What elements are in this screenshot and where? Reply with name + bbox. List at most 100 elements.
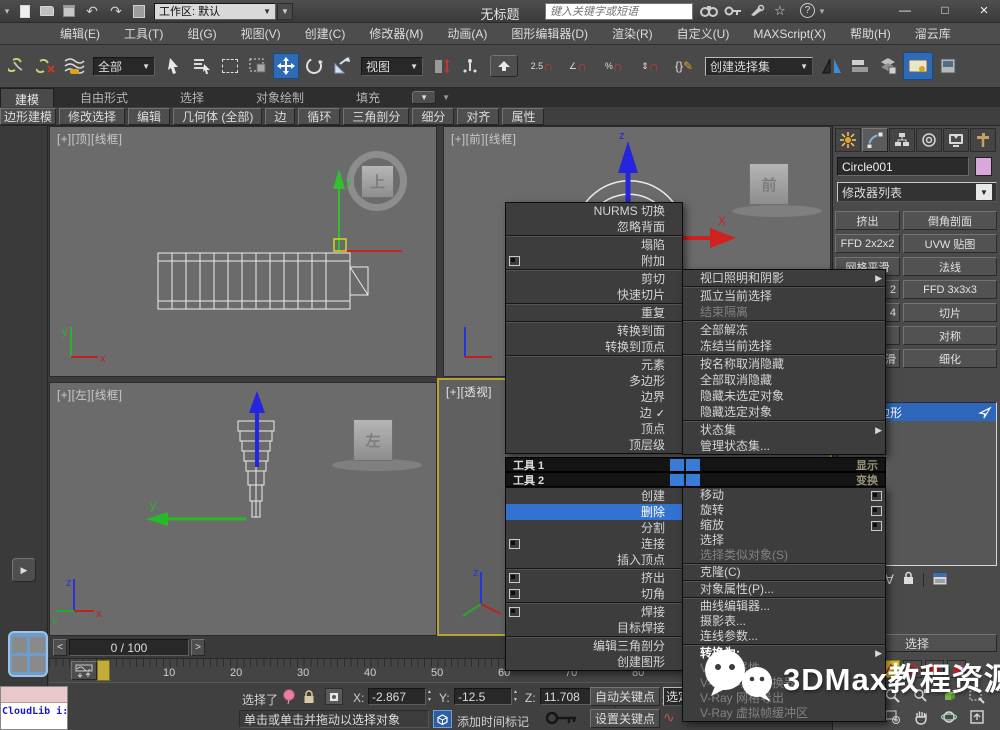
- menu-item-insert-vertex[interactable]: 插入顶点: [506, 552, 682, 568]
- open-file-icon[interactable]: [37, 2, 57, 20]
- menu-item-move[interactable]: 移动: [683, 488, 885, 503]
- settings-box-icon[interactable]: [871, 521, 882, 531]
- menu-item-create[interactable]: 创建: [506, 488, 682, 504]
- cloudlib-expand-button[interactable]: ▶: [12, 558, 36, 582]
- ribbon-options-icon[interactable]: ▼: [442, 93, 450, 102]
- help-icon[interactable]: ?: [800, 3, 815, 18]
- tab-utilities-icon[interactable]: [970, 128, 996, 152]
- percent-snap-icon[interactable]: %∩: [597, 53, 631, 79]
- communication-icon[interactable]: [748, 4, 766, 21]
- menu-item-select-similar[interactable]: 选择类似对象(S): [683, 548, 885, 563]
- menu-item-clone[interactable]: 克隆(C): [683, 565, 885, 580]
- menu-modifiers[interactable]: 修改器(M): [357, 25, 435, 42]
- mod-ffd2-button[interactable]: FFD 2x2x2: [835, 234, 900, 253]
- menu-create[interactable]: 创建(C): [293, 25, 358, 42]
- set-key-button[interactable]: 设置关键点: [590, 709, 660, 728]
- tab-hierarchy-icon[interactable]: [889, 128, 915, 152]
- edit-named-selection-icon[interactable]: {}✎: [669, 53, 699, 79]
- menu-item-split[interactable]: 分割: [506, 520, 682, 536]
- ribbon-polygon-modeling[interactable]: 边形建模: [0, 108, 56, 125]
- ribbon-minimize-icon[interactable]: ▼: [412, 91, 436, 104]
- search-input[interactable]: [545, 3, 693, 20]
- minimize-button[interactable]: —: [890, 3, 920, 17]
- menu-item-dope-sheet[interactable]: 摄影表...: [683, 614, 885, 629]
- modifier-list-dropdown[interactable]: 修改器列表 ▼: [837, 182, 997, 202]
- ribbon-tab-object-paint[interactable]: 对象绘制: [230, 87, 330, 108]
- ribbon-geometry-all[interactable]: 几何体 (全部): [173, 108, 262, 125]
- menu-animation[interactable]: 动画(A): [435, 25, 499, 42]
- menu-help[interactable]: 帮助(H): [838, 25, 903, 42]
- license-key-icon[interactable]: [724, 4, 742, 21]
- tab-display-icon[interactable]: [943, 128, 969, 152]
- absolute-mode-icon[interactable]: [325, 688, 343, 705]
- select-object-icon[interactable]: [161, 53, 187, 79]
- menu-item-freeze-selection[interactable]: 冻结当前选择: [683, 338, 885, 354]
- ribbon-modify-selection[interactable]: 修改选择: [59, 108, 125, 125]
- menu-item-scale[interactable]: 缩放: [683, 518, 885, 533]
- menu-item-element[interactable]: 元素: [506, 357, 682, 373]
- menu-maxscript[interactable]: MAXScript(X): [741, 27, 838, 41]
- mod-normal-button[interactable]: 法线: [903, 257, 997, 276]
- menu-item-delete[interactable]: 删除: [506, 504, 682, 520]
- settings-box-icon[interactable]: [509, 589, 520, 599]
- mod-slice-button[interactable]: 切片: [903, 303, 997, 322]
- cloudlib-grid-button[interactable]: [8, 631, 48, 677]
- ribbon-edges[interactable]: 边: [265, 108, 295, 125]
- qat-overflow-icon[interactable]: ▾: [0, 6, 14, 17]
- menu-tools[interactable]: 工具(T): [112, 25, 175, 42]
- menu-item-create-shape[interactable]: 创建图形: [506, 654, 682, 670]
- menu-item-border[interactable]: 边界: [506, 389, 682, 405]
- menu-group[interactable]: 组(G): [175, 25, 228, 42]
- key-filters-icon[interactable]: ∿: [663, 709, 675, 726]
- maximize-button[interactable]: □: [930, 3, 960, 17]
- window-crossing-icon[interactable]: [245, 53, 271, 79]
- project-folder-icon[interactable]: [129, 2, 149, 20]
- y-coordinate-field[interactable]: -12.5: [454, 688, 512, 705]
- ribbon-tab-selection[interactable]: 选择: [154, 87, 230, 108]
- menu-item-rotate[interactable]: 旋转: [683, 503, 885, 518]
- select-and-manipulate-icon[interactable]: [457, 53, 483, 79]
- select-and-link-icon[interactable]: [5, 53, 31, 79]
- mod-ffd3-button[interactable]: FFD 3x3x3: [903, 280, 997, 299]
- frame-counter[interactable]: 0 / 100: [69, 639, 189, 656]
- select-and-rotate-icon[interactable]: [301, 53, 327, 79]
- menu-item-curve-editor[interactable]: 曲线编辑器...: [683, 599, 885, 614]
- menu-edit[interactable]: 编辑(E): [48, 25, 112, 42]
- viewport-perspective-label[interactable]: [+][透视]: [446, 384, 492, 400]
- mod-tessellate-button[interactable]: 细化: [903, 349, 997, 368]
- x-spinner[interactable]: ▲▼: [427, 688, 432, 704]
- configure-modifier-sets-icon[interactable]: [932, 572, 948, 589]
- settings-box-icon[interactable]: [509, 539, 520, 549]
- menu-item-ignore-backfacing[interactable]: 忽略背面: [506, 219, 682, 235]
- mod-symmetry-button[interactable]: 对称: [903, 326, 997, 345]
- undo-icon[interactable]: ↶: [81, 2, 103, 20]
- x-coordinate-field[interactable]: -2.867: [368, 688, 426, 705]
- unlink-selection-icon[interactable]: [33, 53, 59, 79]
- menu-customize[interactable]: 自定义(U): [665, 25, 742, 42]
- select-and-scale-icon[interactable]: [329, 53, 355, 79]
- menu-liuyunku[interactable]: 溜云库: [903, 25, 963, 42]
- menu-item-attach[interactable]: 附加: [506, 253, 682, 269]
- selection-filter-dropdown[interactable]: 全部 ▼: [93, 57, 155, 76]
- menu-views[interactable]: 视图(V): [229, 25, 293, 42]
- mod-extrude-button[interactable]: 挤出: [835, 211, 900, 230]
- menu-item-viewport-lighting[interactable]: 视口照明和阴影▶: [683, 270, 885, 286]
- redo-icon[interactable]: ↷: [105, 2, 127, 20]
- menu-item-vertex[interactable]: 顶点: [506, 421, 682, 437]
- menu-item-object-properties[interactable]: 对象属性(P)...: [683, 582, 885, 597]
- ribbon-loops[interactable]: 循环: [298, 108, 340, 125]
- menu-item-unhide-all[interactable]: 全部取消隐藏: [683, 372, 885, 388]
- ribbon-properties[interactable]: 属性: [502, 108, 544, 125]
- favorites-star-icon[interactable]: ☆: [774, 3, 786, 19]
- new-file-icon[interactable]: [15, 2, 35, 20]
- ribbon-toggle-icon[interactable]: [903, 52, 933, 80]
- menu-item-vray-vfb[interactable]: V-Ray 虚拟帧缓冲区: [683, 706, 885, 721]
- layer-manager-icon[interactable]: [875, 53, 901, 79]
- select-and-move-icon[interactable]: [273, 53, 299, 79]
- menu-item-wire-parameters[interactable]: 连线参数...: [683, 629, 885, 644]
- ribbon-tab-populate[interactable]: 填充: [330, 87, 406, 108]
- isolate-selection-toggle[interactable]: [433, 710, 452, 728]
- viewport-left[interactable]: [+][左][线框] 左 y z y: [49, 382, 437, 636]
- angle-snap-icon[interactable]: ∠∩: [561, 53, 595, 79]
- help-chevron-icon[interactable]: ▼: [818, 7, 826, 16]
